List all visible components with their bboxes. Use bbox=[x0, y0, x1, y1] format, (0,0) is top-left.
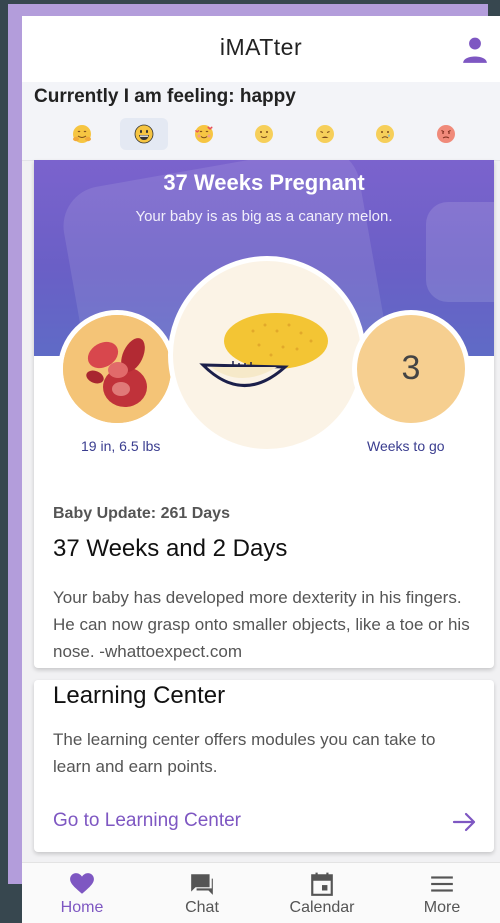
arrow-right-icon bbox=[452, 812, 476, 832]
mood-label: Currently I am feeling: happy bbox=[34, 86, 296, 107]
mood-option-angry[interactable] bbox=[422, 118, 470, 150]
learning-center-card: Learning Center The learning center offe… bbox=[34, 680, 494, 852]
learning-center-title: Learning Center bbox=[53, 682, 226, 709]
go-to-learning-center-link[interactable]: Go to Learning Center bbox=[34, 802, 494, 842]
baby-size-comparison: Your baby is as big as a canary melon. bbox=[135, 208, 393, 225]
person-icon bbox=[463, 37, 487, 63]
nav-more[interactable]: More bbox=[382, 863, 500, 923]
mood-option-hugging[interactable] bbox=[58, 118, 106, 150]
heart-icon bbox=[70, 873, 94, 894]
weeks-to-go-label: Weeks to go bbox=[367, 438, 445, 454]
app-title: iMATter bbox=[219, 34, 303, 60]
app-header: iMATter bbox=[22, 16, 500, 82]
nav-home-label: Home bbox=[60, 899, 104, 916]
mood-bar: Currently I am feeling: happy bbox=[22, 82, 500, 161]
learning-center-link-label: Go to Learning Center bbox=[53, 810, 242, 831]
mood-option-happy[interactable] bbox=[120, 118, 168, 150]
nav-calendar-label: Calendar bbox=[289, 899, 355, 916]
mood-selector bbox=[58, 118, 498, 150]
nav-home[interactable]: Home bbox=[22, 863, 142, 923]
canary-melon-icon bbox=[199, 313, 328, 387]
fruit-comparison-circle bbox=[168, 256, 366, 454]
mood-option-content[interactable] bbox=[240, 118, 288, 150]
profile-button[interactable] bbox=[462, 36, 488, 64]
baby-update-heading: 37 Weeks and 2 Days bbox=[53, 535, 288, 562]
nav-calendar[interactable]: Calendar bbox=[262, 863, 382, 923]
mood-option-weary[interactable] bbox=[301, 118, 349, 150]
mood-option-sad[interactable] bbox=[361, 118, 409, 150]
chat-icon bbox=[191, 874, 213, 895]
hugging-face-icon bbox=[73, 125, 91, 143]
grinning-face-icon bbox=[134, 124, 154, 144]
calendar-icon bbox=[311, 872, 333, 896]
weeks-to-go-circle: 3 bbox=[352, 310, 470, 428]
pregnancy-week-title: 37 Weeks Pregnant bbox=[163, 170, 365, 195]
learning-center-description: The learning center offers modules you c… bbox=[53, 730, 436, 776]
bottom-navigation: Home Chat Calendar More bbox=[22, 862, 500, 923]
baby-update-text: Your baby has developed more dexterity i… bbox=[53, 588, 470, 661]
fetus-image bbox=[63, 315, 171, 423]
baby-illustration bbox=[58, 310, 176, 428]
baby-size-text: 19 in, 6.5 lbs bbox=[81, 438, 161, 454]
nav-chat-label: Chat bbox=[185, 899, 219, 916]
mood-option-loved[interactable] bbox=[180, 118, 228, 150]
crying-face-icon bbox=[376, 125, 394, 143]
weary-face-icon bbox=[316, 125, 334, 143]
pregnancy-card: 37 Weeks Pregnant Your baby is as big as… bbox=[34, 160, 494, 668]
slightly-smiling-face-icon bbox=[255, 125, 273, 143]
angry-face-icon bbox=[437, 125, 455, 143]
nav-chat[interactable]: Chat bbox=[142, 863, 262, 923]
baby-update-label: Baby Update: 261 Days bbox=[53, 505, 230, 522]
nav-more-label: More bbox=[423, 899, 461, 916]
app-window: iMATter Currently I am feeling: happy 37… bbox=[22, 16, 500, 923]
menu-icon bbox=[431, 876, 453, 892]
weeks-remaining-number: 3 bbox=[401, 349, 421, 387]
smiling-face-with-hearts-icon bbox=[195, 125, 213, 143]
